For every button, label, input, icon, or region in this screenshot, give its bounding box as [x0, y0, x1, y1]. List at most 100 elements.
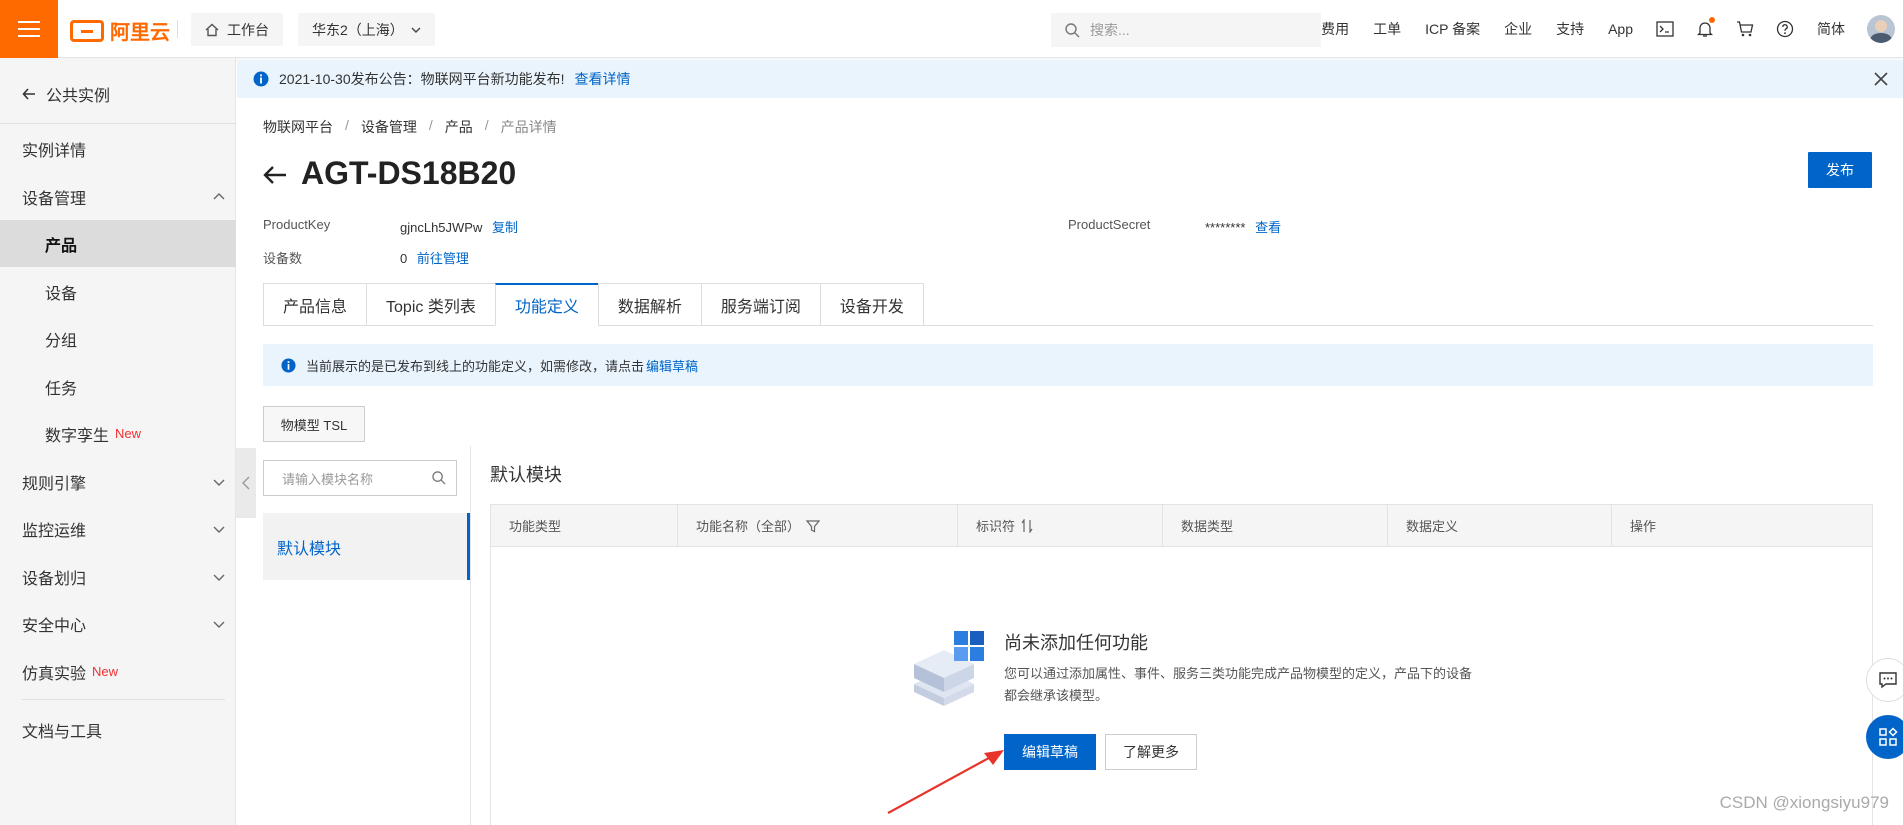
- column-identifier[interactable]: 标识符: [958, 505, 1163, 546]
- help-icon[interactable]: [1765, 20, 1805, 38]
- top-link-ticket[interactable]: 工单: [1361, 19, 1413, 39]
- info-icon: [253, 71, 269, 87]
- manage-link[interactable]: 前往管理: [417, 251, 469, 266]
- chevron-up-icon: [213, 193, 225, 200]
- module-search-placeholder: 请输入模块名称: [282, 471, 374, 487]
- top-link-enterprise[interactable]: 企业: [1492, 19, 1544, 39]
- breadcrumb-product[interactable]: 产品: [445, 117, 473, 137]
- function-table-header: 功能类型 功能名称（全部） 标识符 数据类型 数据定义 操作: [490, 504, 1873, 547]
- empty-state-illustration: [914, 631, 984, 706]
- sidebar-item-device-management[interactable]: 设备管理: [0, 173, 236, 220]
- copy-link[interactable]: 复制: [492, 220, 518, 235]
- sidebar-item-instance-detail[interactable]: 实例详情: [0, 125, 236, 172]
- breadcrumb-device-management[interactable]: 设备管理: [361, 117, 417, 137]
- aliyun-logo-icon: [70, 19, 104, 42]
- sidebar-item-docs-tools[interactable]: 文档与工具: [0, 706, 236, 753]
- sidebar-item-task[interactable]: 任务: [0, 363, 236, 410]
- sidebar-item-label: 仿真实验: [22, 665, 87, 683]
- filter-icon[interactable]: [806, 519, 821, 533]
- close-icon[interactable]: [1873, 71, 1889, 87]
- sidebar-item-security-center[interactable]: 安全中心: [0, 600, 236, 647]
- aliyun-logo[interactable]: 阿里云: [70, 16, 170, 45]
- empty-state-title: 尚未添加任何功能: [1004, 633, 1148, 653]
- top-link-icp[interactable]: ICP 备案: [1413, 19, 1492, 39]
- top-link-fees[interactable]: 费用: [1309, 19, 1361, 39]
- tsl-button[interactable]: 物模型 TSL: [263, 406, 365, 442]
- sidebar-item-digital-twin[interactable]: 数字孪生 New: [0, 410, 236, 457]
- watermark: CSDN @xiongsiyu979: [1719, 793, 1889, 812]
- user-avatar[interactable]: [1867, 15, 1895, 43]
- back-to-instance[interactable]: 公共实例: [22, 82, 110, 106]
- workbench-button[interactable]: 工作台: [191, 13, 283, 46]
- product-secret-label: ProductSecret: [1068, 217, 1151, 232]
- product-key-value: gjncLh5JWPw: [400, 220, 483, 235]
- breadcrumb: 物联网平台 / 设备管理 / 产品 / 产品详情: [263, 117, 557, 137]
- sidebar-item-rule-engine[interactable]: 规则引擎: [0, 458, 236, 505]
- tab-topic-list[interactable]: Topic 类列表: [366, 283, 495, 326]
- column-data-type: 数据类型: [1163, 505, 1388, 546]
- sidebar-item-device-assignment[interactable]: 设备划归: [0, 553, 236, 600]
- region-label: 华东2（上海）: [312, 21, 404, 38]
- module-search-input[interactable]: 请输入模块名称: [263, 460, 457, 496]
- sidebar-item-device[interactable]: 设备: [0, 268, 236, 315]
- cart-icon[interactable]: [1725, 21, 1765, 37]
- edit-draft-link[interactable]: 编辑草稿: [646, 356, 698, 375]
- sidebar-item-product[interactable]: 产品: [0, 220, 236, 267]
- tab-function-definition[interactable]: 功能定义: [494, 283, 598, 326]
- apps-float-button[interactable]: [1866, 715, 1903, 759]
- page-title: AGT-DS18B20: [263, 155, 516, 192]
- publish-button[interactable]: 发布: [1808, 152, 1872, 188]
- divider: [177, 20, 178, 38]
- language-switch[interactable]: 简体: [1805, 19, 1857, 39]
- view-secret-link[interactable]: 查看: [1255, 220, 1281, 235]
- tab-device-development[interactable]: 设备开发: [819, 283, 924, 326]
- sidebar-divider: [0, 123, 236, 124]
- chevron-down-icon: [213, 574, 225, 581]
- learn-more-button[interactable]: 了解更多: [1105, 734, 1197, 770]
- sidebar-collapse-handle[interactable]: [236, 448, 256, 518]
- menu-button[interactable]: [0, 0, 58, 58]
- region-selector[interactable]: 华东2（上海）: [298, 13, 435, 46]
- back-arrow-icon[interactable]: [263, 164, 287, 184]
- device-count-label: 设备数: [263, 251, 303, 266]
- sidebar-item-group[interactable]: 分组: [0, 315, 236, 362]
- column-label: 功能名称（全部）: [696, 519, 801, 534]
- module-list-item[interactable]: 默认模块: [263, 513, 470, 580]
- tab-server-subscription[interactable]: 服务端订阅: [700, 283, 820, 326]
- announcement-text: 2021-10-30发布公告：物联网平台新功能发布!: [279, 71, 565, 87]
- empty-state-description: 您可以通过添加属性、事件、服务三类功能完成产品物模型的定义，产品下的设备都会继承…: [1004, 666, 1473, 703]
- chevron-down-icon: [213, 526, 225, 533]
- breadcrumb-iot[interactable]: 物联网平台: [263, 117, 333, 137]
- sidebar-item-label: 规则引擎: [22, 475, 87, 493]
- sort-icon[interactable]: [1021, 518, 1033, 533]
- terminal-icon[interactable]: [1645, 21, 1685, 37]
- chevron-left-icon: [242, 476, 250, 490]
- product-tabs: 产品信息 Topic 类列表 功能定义 数据解析 服务端订阅 设备开发: [263, 283, 1873, 326]
- tab-data-parsing[interactable]: 数据解析: [597, 283, 701, 326]
- top-link-app[interactable]: App: [1596, 21, 1645, 37]
- search-input[interactable]: 搜索...: [1051, 13, 1321, 47]
- edit-draft-button[interactable]: 编辑草稿: [1004, 734, 1096, 770]
- notification-dot: [1709, 17, 1715, 23]
- announcement-link[interactable]: 查看详情: [575, 69, 631, 89]
- sidebar-item-monitoring[interactable]: 监控运维: [0, 505, 236, 552]
- top-link-support[interactable]: 支持: [1544, 19, 1596, 39]
- function-info-bar: 当前展示的是已发布到线上的功能定义，如需修改，请点击 编辑草稿: [263, 344, 1873, 386]
- column-actions: 操作: [1612, 505, 1872, 546]
- breadcrumb-separator: /: [428, 117, 433, 133]
- tab-product-info[interactable]: 产品信息: [263, 283, 367, 326]
- search-icon: [1065, 22, 1080, 37]
- info-bar-text: 当前展示的是已发布到线上的功能定义，如需修改，请点击: [306, 358, 645, 374]
- top-links: 费用 工单 ICP 备案 企业 支持 App 简体: [1309, 0, 1903, 58]
- sidebar-item-label: 实例详情: [22, 142, 87, 160]
- column-function-name[interactable]: 功能名称（全部）: [678, 505, 958, 546]
- sidebar-item-label: 安全中心: [22, 617, 87, 635]
- sidebar-item-label: 分组: [45, 332, 78, 350]
- module-divider: [470, 446, 471, 825]
- column-label: 数据类型: [1181, 519, 1234, 534]
- bell-icon[interactable]: [1685, 17, 1725, 38]
- chat-float-button[interactable]: [1866, 658, 1903, 702]
- sidebar-item-simulation[interactable]: 仿真实验 New: [0, 648, 236, 695]
- column-label: 功能类型: [509, 519, 562, 534]
- home-icon: [205, 23, 219, 36]
